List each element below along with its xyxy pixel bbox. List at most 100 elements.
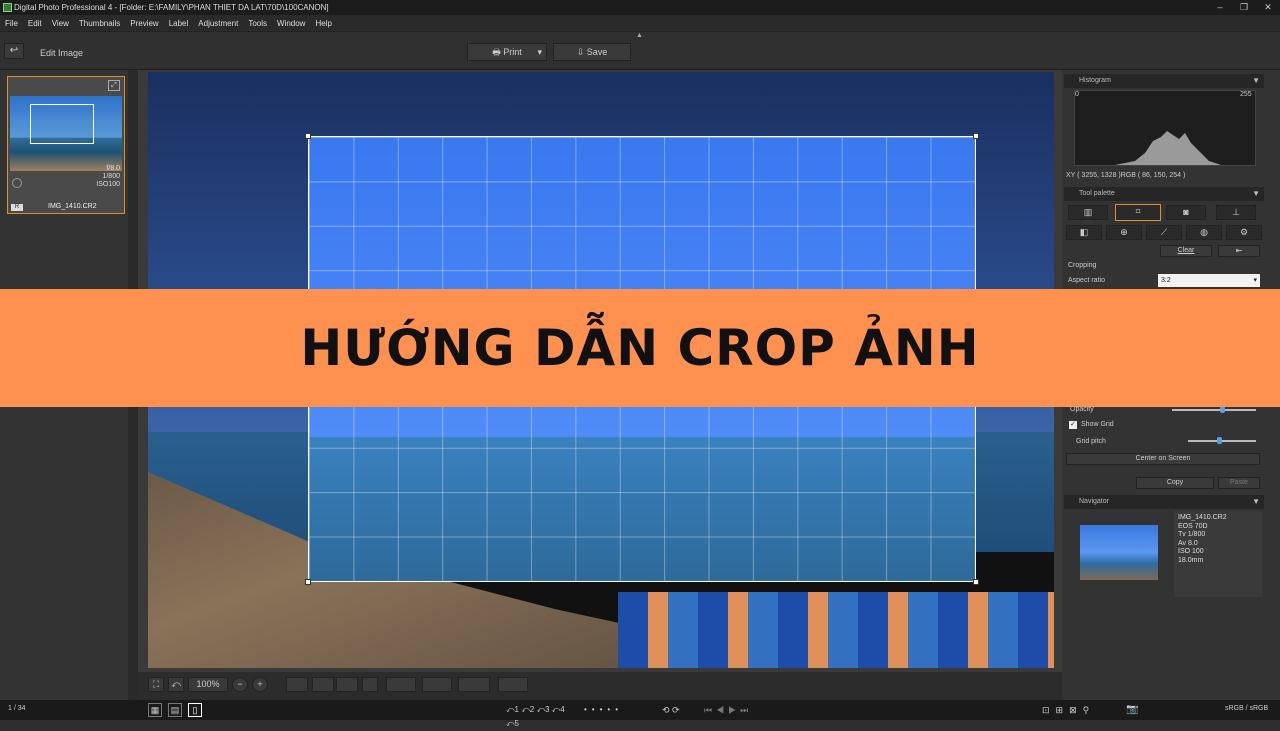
grid-pitch-slider-knob[interactable] — [1216, 437, 1222, 444]
thumbnail-image[interactable] — [10, 96, 122, 171]
view-mode-icon[interactable] — [286, 677, 308, 692]
histogram-min: 0 — [1075, 91, 1079, 98]
zoom-out-icon[interactable]: − — [232, 677, 248, 692]
label-dots[interactable]: ••••• — [584, 703, 654, 717]
title-bar: Digital Photo Professional 4 - [Folder: … — [0, 0, 1280, 15]
show-grid-checkbox[interactable]: ✓ — [1069, 421, 1077, 429]
fit-screen-icon[interactable]: ⛶ — [148, 677, 164, 692]
menu-window[interactable]: Window — [272, 15, 310, 32]
grid-view-icon[interactable]: ▦ — [148, 703, 162, 717]
rating-stars[interactable]: ⤺1 ⤺2 ⤺3 ⤺4 ⤺5 — [506, 703, 576, 728]
menu-bar: File Edit View Thumbnails Preview Label Adjust… — [0, 15, 1280, 32]
navigator-preview[interactable] — [1080, 525, 1158, 580]
rotate-buttons[interactable]: ⟲ ⟳ — [662, 703, 698, 717]
settings-tab-icon[interactable]: ⚙ — [1226, 225, 1262, 240]
lens-tab-icon[interactable]: ⊕ — [1106, 225, 1142, 240]
clear-button[interactable]: Clear — [1160, 245, 1212, 257]
stamp-tab-icon[interactable]: ⊥ — [1216, 205, 1256, 220]
opacity-slider-knob[interactable] — [1220, 406, 1226, 413]
minimize-button[interactable]: – — [1211, 0, 1229, 15]
chevron-down-icon[interactable]: ▾ — [537, 44, 542, 60]
dust-tab-icon[interactable]: ◙ — [1166, 205, 1206, 220]
cropping-label: Cropping — [1068, 262, 1097, 269]
compare-icon[interactable] — [312, 677, 334, 692]
arrow-icon[interactable] — [422, 677, 452, 692]
printer-icon: 🖶 — [492, 47, 504, 57]
aspect-ratio-label: Aspect ratio — [1068, 277, 1105, 284]
single-view-icon[interactable]: ▯ — [188, 703, 202, 717]
menu-help[interactable]: Help — [310, 15, 336, 32]
view-layout-icons[interactable]: ⊡⊞⊠⚲ — [1042, 703, 1122, 717]
crop-handle-bottom-right[interactable] — [973, 579, 979, 585]
print-button[interactable]: 🖶 Print ▾ — [467, 43, 547, 61]
histogram-chart — [1074, 90, 1257, 166]
main-toolbar: ↩ Edit Image 🖶 Print ▾ ⇩ Save ▲ — [0, 32, 1280, 70]
crop-handle-top-left[interactable] — [305, 133, 311, 139]
zoom-select[interactable]: 100% — [188, 677, 228, 692]
collapse-toolbar-icon[interactable]: ▲ — [636, 32, 643, 39]
window-title: Digital Photo Professional 4 - [Folder: … — [14, 3, 329, 12]
tool-palette-header[interactable]: Tool palette ▼ — [1064, 187, 1264, 201]
menu-label[interactable]: Label — [164, 15, 194, 32]
basic-adjust-tab-icon[interactable]: ▥ — [1068, 205, 1108, 220]
back-icon[interactable]: ↩ — [4, 43, 24, 59]
crop-tab-icon[interactable]: ⌗ — [1115, 204, 1161, 221]
histogram-graph — [1075, 131, 1257, 165]
color-tab-icon[interactable]: ◍ — [1186, 225, 1222, 240]
camera-icon[interactable]: 📷 — [1126, 703, 1142, 717]
thumbnail-exif: f/8.0 1/800 ISO100 — [96, 165, 120, 188]
chevron-down-icon[interactable]: ▾ — [1253, 274, 1257, 287]
image-icon[interactable] — [458, 677, 490, 692]
info-icon[interactable] — [498, 677, 528, 692]
copy-button[interactable]: Copy — [1136, 477, 1214, 489]
stamp-icon[interactable] — [362, 677, 378, 692]
chevron-down-icon[interactable]: ▼ — [1252, 187, 1260, 201]
navigator-header[interactable]: Navigator ▼ — [1064, 495, 1264, 509]
viewer-bottom-toolbar: ⛶ ⤺ 100% − + — [138, 672, 1062, 700]
menu-edit[interactable]: Edit — [23, 15, 47, 32]
curve-tab-icon[interactable]: ⟋ — [1146, 225, 1182, 240]
menu-file[interactable]: File — [0, 15, 23, 32]
grid-pitch-label: Grid pitch — [1076, 438, 1106, 445]
rating-icon — [12, 178, 22, 188]
menu-tools[interactable]: Tools — [243, 15, 272, 32]
maximize-button[interactable]: ❐ — [1235, 0, 1253, 15]
undo-icon[interactable]: ⇤ — [1218, 245, 1260, 257]
grid-pitch-slider[interactable] — [1188, 440, 1256, 442]
histogram-max: 255 — [1240, 91, 1252, 98]
crop-handle-bottom-left[interactable] — [305, 579, 311, 585]
paste-button[interactable]: Paste — [1218, 477, 1260, 489]
banner-text: HƯỚNG DẪN CROP ẢNH — [300, 319, 980, 377]
histogram-header[interactable]: Histogram ▼ — [1064, 74, 1264, 88]
menu-adjustment[interactable]: Adjustment — [193, 15, 243, 32]
grid-icon[interactable] — [386, 677, 416, 692]
rotate-icon[interactable]: ⤺ — [168, 677, 184, 692]
aspect-ratio-select[interactable]: 3:2 ▾ — [1158, 274, 1260, 287]
save-button[interactable]: ⇩ Save — [553, 43, 631, 61]
menu-preview[interactable]: Preview — [125, 15, 163, 32]
chevron-down-icon[interactable]: ▼ — [1252, 495, 1260, 509]
thumbnail-filename: IMG_1410.CR2 — [48, 203, 97, 210]
show-grid-label: Show Grid — [1081, 421, 1114, 428]
menu-thumbnails[interactable]: Thumbnails — [74, 15, 125, 32]
expand-icon[interactable]: ⤢ — [108, 80, 120, 91]
split-view-icon[interactable] — [336, 677, 358, 692]
list-view-icon[interactable]: ▤ — [168, 703, 182, 717]
title-banner: HƯỚNG DẪN CROP ẢNH — [0, 289, 1280, 407]
crop-handle-top-right[interactable] — [973, 133, 979, 139]
menu-view[interactable]: View — [47, 15, 74, 32]
raw-badge: R — [11, 204, 23, 211]
navigation-arrows[interactable]: ⏮◀▶⏭ — [704, 703, 774, 717]
zoom-in-icon[interactable]: + — [252, 677, 268, 692]
center-on-screen-button[interactable]: Center on Screen — [1066, 453, 1260, 465]
color-space: sRGB / sRGB — [1225, 705, 1269, 712]
chevron-down-icon[interactable]: ▼ — [1252, 74, 1260, 88]
app-icon — [3, 3, 12, 12]
tone-tab-icon[interactable]: ◧ — [1066, 225, 1102, 240]
close-button[interactable]: ✕ — [1259, 0, 1277, 15]
photo-market-tents — [618, 592, 1054, 668]
opacity-slider[interactable] — [1172, 409, 1256, 411]
status-bar: 1 / 34 ▦ ▤ ▯ ⤺1 ⤺2 ⤺3 ⤺4 ⤺5 ••••• ⟲ ⟳ ⏮◀… — [0, 700, 1280, 728]
pixel-readout: XY ( 3255, 1328 )RGB ( 86, 150, 254 ) — [1066, 172, 1186, 179]
edit-image-label: Edit Image — [40, 48, 84, 58]
